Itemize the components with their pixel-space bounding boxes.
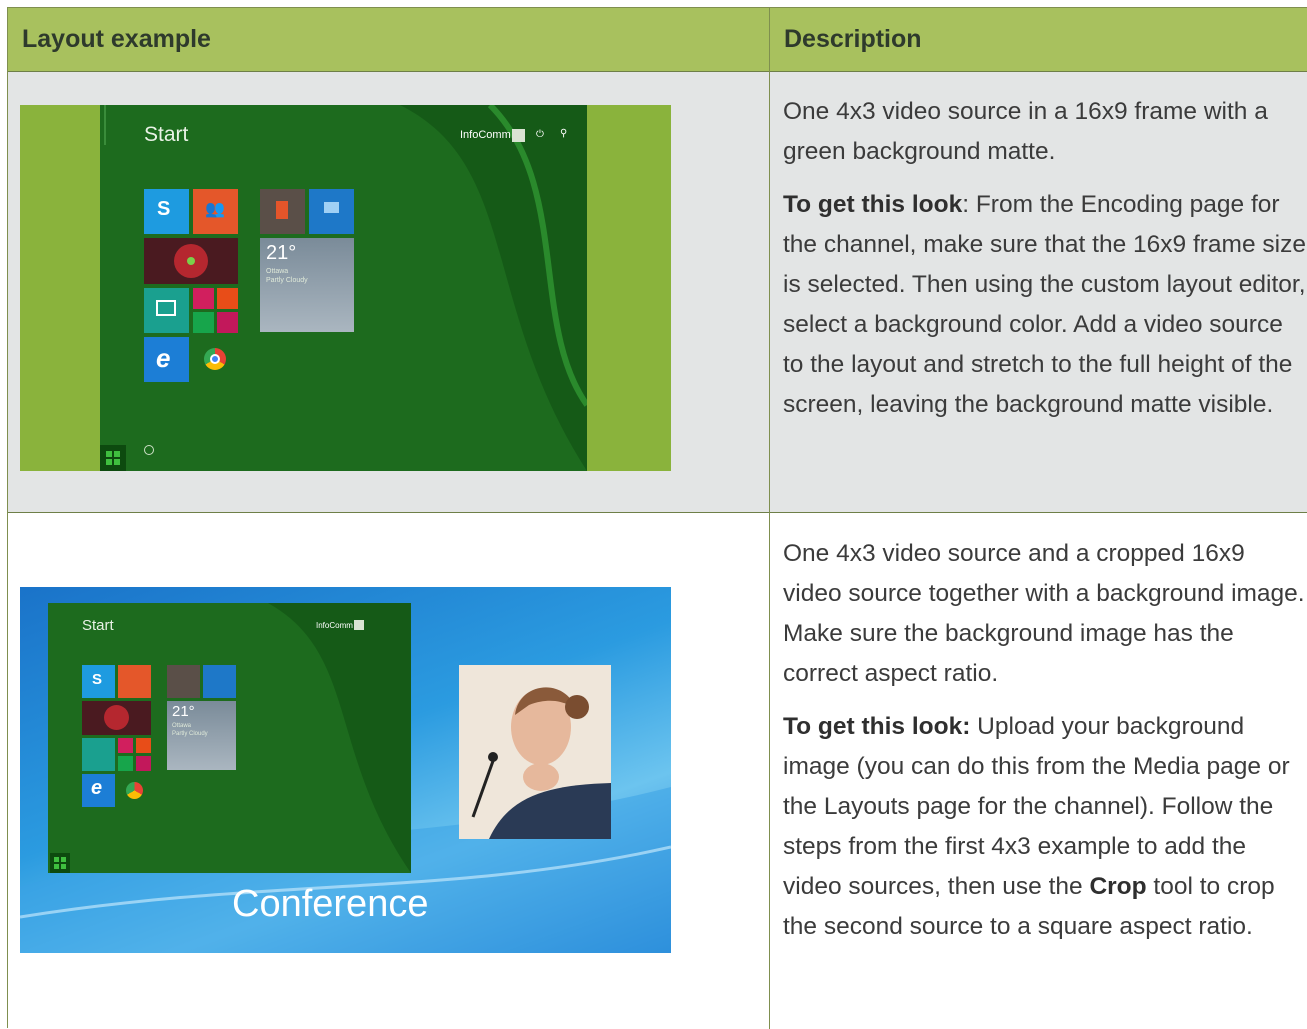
description-howto: To get this look: From the Encoding page… xyxy=(783,185,1307,425)
camera-tile xyxy=(136,756,151,771)
weather-temperature: 21° xyxy=(266,242,297,264)
start-screen-small: Start InfoComm S e 21° Ottawa Partly Clo… xyxy=(48,603,411,873)
apps-arrow-icon xyxy=(144,445,154,455)
desktop-tile xyxy=(82,738,115,771)
howto-text-1: Upload your background image (you can do… xyxy=(783,713,1290,900)
user-name: InfoComm xyxy=(316,621,353,630)
user-avatar-icon xyxy=(354,620,364,630)
windows-start-icon xyxy=(100,445,126,471)
table-row: Start InfoComm S e 21° Ottawa Partly Clo… xyxy=(8,513,1307,1029)
howto-label: To get this look xyxy=(783,191,963,218)
description-howto: To get this look: Upload your background… xyxy=(783,707,1307,947)
weather-tile: 21° Ottawa Partly Cloudy xyxy=(260,238,354,332)
people-tile xyxy=(118,665,151,698)
start-label: Start xyxy=(144,123,189,146)
office-tile xyxy=(167,665,200,698)
chrome-tile xyxy=(118,774,151,807)
column-divider xyxy=(769,8,770,1029)
weather-city: Ottawa xyxy=(266,268,289,275)
howto-label: To get this look: xyxy=(783,713,971,740)
user-name: InfoComm xyxy=(460,129,511,141)
skype-tile: S xyxy=(144,189,189,234)
example-image-green-matte: Start InfoComm ⏻ ⚲ S 👥 e 21° Ottawa Part… xyxy=(20,105,671,471)
games-tile xyxy=(118,756,133,771)
start-label: Start xyxy=(82,617,114,634)
layout-table: Layout example Description Start InfoCom… xyxy=(7,7,1307,1029)
weather-condition: Partly Cloudy xyxy=(266,277,308,284)
photos-tile xyxy=(144,238,238,284)
people-tile: 👥 xyxy=(193,189,238,234)
video-tile xyxy=(193,288,214,309)
weather-city: Ottawa xyxy=(172,723,192,729)
description-intro: One 4x3 video source and a cropped 16x9 … xyxy=(783,540,1305,687)
control-panel-tile xyxy=(309,189,354,234)
music-tile xyxy=(136,738,151,753)
speaker-photo xyxy=(459,665,611,839)
user-avatar-icon xyxy=(512,129,525,142)
column-header-description: Description xyxy=(784,25,922,53)
windows-start-icon xyxy=(50,853,70,873)
start-screen: Start InfoComm ⏻ ⚲ S 👥 e 21° Ottawa Part… xyxy=(100,105,587,471)
desktop-tile xyxy=(144,288,189,333)
internet-explorer-tile: e xyxy=(82,774,115,807)
control-panel-tile xyxy=(203,665,236,698)
power-icon: ⏻ xyxy=(536,129,544,140)
internet-explorer-tile: e xyxy=(144,337,189,382)
weather-temperature: 21° xyxy=(172,703,195,720)
conference-banner: Conference xyxy=(232,883,429,925)
row-1-description: One 4x3 video source in a 16x9 frame wit… xyxy=(783,92,1307,438)
camera-tile xyxy=(217,312,238,333)
row-2-description: One 4x3 video source and a cropped 16x9 … xyxy=(783,534,1307,960)
weather-condition: Partly Cloudy xyxy=(172,731,208,737)
crop-tool-label: Crop xyxy=(1089,873,1147,900)
chrome-tile xyxy=(193,337,238,382)
search-icon: ⚲ xyxy=(560,128,568,139)
office-tile xyxy=(260,189,305,234)
table-header-row: Layout example Description xyxy=(8,8,1307,72)
table-row: Start InfoComm ⏻ ⚲ S 👥 e 21° Ottawa Part… xyxy=(8,72,1307,513)
example-image-conference: Start InfoComm S e 21° Ottawa Partly Clo… xyxy=(20,587,671,953)
music-tile xyxy=(217,288,238,309)
column-header-layout-example: Layout example xyxy=(22,25,211,53)
games-tile xyxy=(193,312,214,333)
photos-tile xyxy=(82,701,151,735)
video-tile xyxy=(118,738,133,753)
howto-text: : From the Encoding page for the channel… xyxy=(783,191,1306,418)
weather-tile: 21° Ottawa Partly Cloudy xyxy=(167,701,236,770)
skype-tile: S xyxy=(82,665,115,698)
description-intro: One 4x3 video source in a 16x9 frame wit… xyxy=(783,98,1268,165)
